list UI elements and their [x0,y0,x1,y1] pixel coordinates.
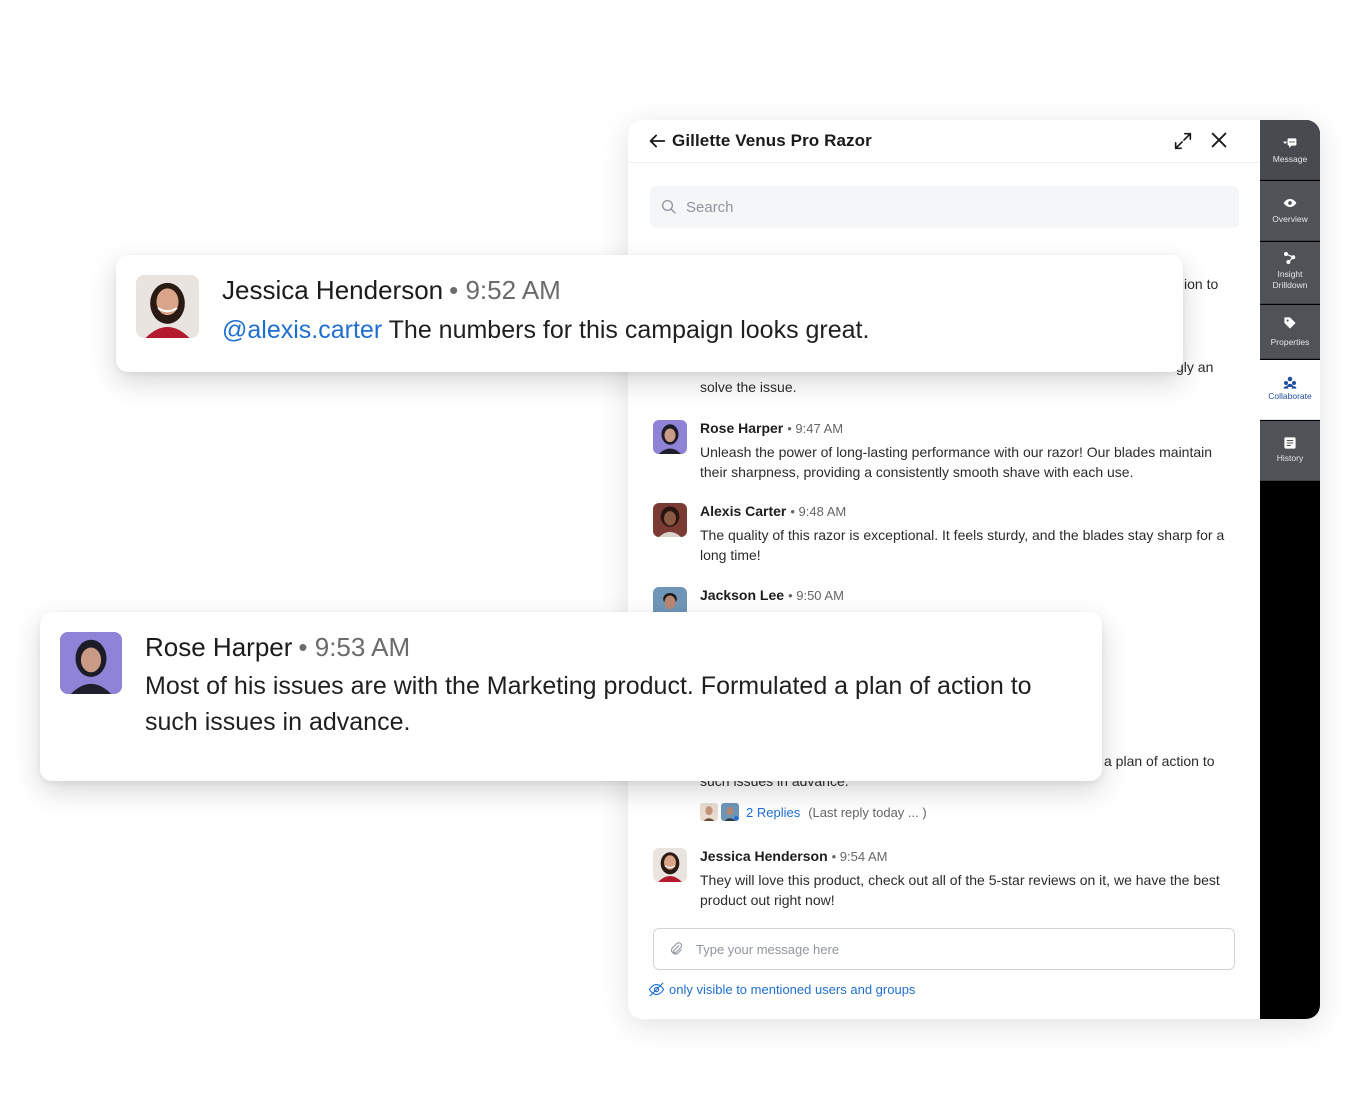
collaborate-icon [1283,376,1297,389]
hidden-text-fragment: solve the issue. [700,379,797,395]
author-name: Rose Harper [700,420,784,436]
message-author: Jessica Henderson • 9:52 AM [222,275,561,306]
back-arrow-icon[interactable] [646,130,668,152]
rail-label: Collaborate [1268,391,1312,401]
avatar [653,503,687,537]
rail-label: Properties [1270,337,1310,347]
last-reply-note: (Last reply today ... ) [808,804,927,820]
mention-link[interactable]: @alexis.carter [222,316,382,344]
message-composer [653,928,1235,970]
message-time: • 9:48 AM [790,504,847,519]
expand-icon[interactable] [1172,130,1194,152]
message-time: • 9:53 AM [298,632,411,662]
page-title: Gillette Venus Pro Razor [672,131,872,150]
history-icon [1284,437,1296,449]
thread-replies: 2 Replies (Last reply today ... ) [700,801,927,823]
message-icon [1282,138,1297,148]
message-author: Jessica Henderson • 9:54 AM [700,848,887,864]
author-name: Alexis Carter [700,503,787,519]
message-time: • 9:47 AM [787,421,844,436]
author-name: Rose Harper [145,632,293,662]
visibility-note-text: only visible to mentioned users and grou… [669,982,916,997]
message-time: • 9:50 AM [788,588,844,603]
rail-label: Overview [1272,214,1308,224]
eye-icon [1283,199,1297,207]
rail-label: Insight Drilldown [1272,269,1308,290]
rail-item-properties[interactable]: Properties [1260,305,1320,359]
hidden-text-fragment: ion to [1184,276,1219,292]
avatar [700,803,718,821]
author-name: Jackson Lee [700,587,785,603]
message-text: They will love this product, check out a… [700,872,1220,908]
message-author: Rose Harper • 9:47 AM [700,420,843,436]
highlight-message-card: Jessica Henderson • 9:52 AM @alexis.carte… [116,255,1183,372]
rail-item-insight-drilldown[interactable]: Insight Drilldown [1260,242,1320,304]
rail-label: History [1276,453,1304,463]
highlight-message-card: Rose Harper • 9:53 AM Most of his issues … [40,612,1102,781]
hidden-text-fragment: a plan of action to [1104,753,1215,769]
rail-item-message[interactable]: Message [1260,120,1320,180]
eye-off-icon [648,982,665,997]
message-time: • 9:52 AM [449,275,561,305]
panel-header: Gillette Venus Pro Razor [628,120,1260,163]
avatar [653,420,687,454]
rail-item-overview[interactable]: Overview [1260,181,1320,241]
message-text: Unleash the power of long-lasting perfor… [700,444,1213,480]
message-body: The numbers for this campaign looks grea… [382,316,870,344]
right-rail: Message Overview Insight Drilldown Prope… [1260,120,1320,1019]
message-text: @alexis.carter The numbers for this camp… [222,312,869,348]
search-input[interactable] [686,198,1206,216]
message-author: Rose Harper • 9:53 AM [145,632,410,663]
avatar [136,275,199,338]
close-icon[interactable] [1208,129,1230,151]
drilldown-icon [1284,252,1296,264]
tag-icon [1284,317,1296,329]
search-bar [650,186,1239,228]
search-icon [661,199,676,214]
author-name: Jessica Henderson [700,848,828,864]
message-author: Jackson Lee • 9:50 AM [700,587,844,603]
avatar [60,632,122,694]
rail-item-collaborate[interactable]: Collaborate [1260,360,1320,420]
avatar [653,848,687,882]
rail-item-history[interactable]: History [1260,421,1320,481]
replies-link[interactable]: 2 Replies [746,805,800,820]
message-time: • 9:54 AM [831,849,888,864]
message-text: Most of his issues are with the Marketin… [145,672,1032,736]
author-name: Jessica Henderson [222,275,444,305]
message-author: Alexis Carter • 9:48 AM [700,503,846,519]
message-input[interactable] [696,941,1216,957]
message-text: The quality of this razor is exceptional… [700,527,1225,563]
paperclip-icon[interactable] [668,941,684,957]
avatar [721,803,739,821]
rail-label: Message [1272,154,1308,164]
visibility-note: only visible to mentioned users and grou… [648,981,915,998]
